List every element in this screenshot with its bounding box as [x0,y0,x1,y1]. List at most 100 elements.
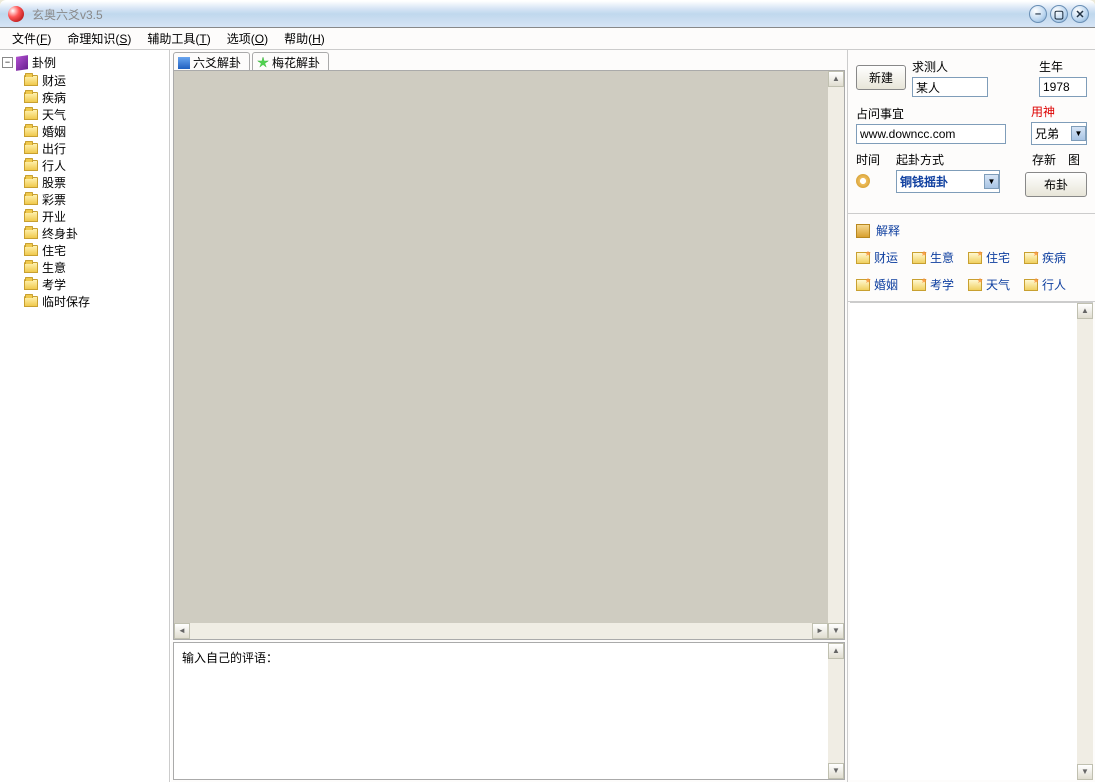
category-link[interactable]: 天气 [968,276,1010,293]
tree-root-label: 卦例 [32,54,56,71]
tree-item-label: 彩票 [42,191,66,208]
result-scrollbar[interactable]: ▲ ▼ [1077,303,1093,780]
category-link[interactable]: 行人 [1024,276,1066,293]
category-link[interactable]: 疾病 [1024,249,1066,266]
folder-icon [24,92,38,103]
menu-file[interactable]: 文件(F) [4,28,59,49]
link-label: 婚姻 [874,276,898,293]
tab-meihua[interactable]: 梅花解卦 [252,52,329,70]
link-label: 行人 [1042,276,1066,293]
comment-scrollbar[interactable]: ▲ ▼ [828,643,844,779]
maximize-button[interactable]: ▢ [1050,5,1068,23]
tree-item[interactable]: 住宅 [24,242,167,258]
tree-item[interactable]: 考学 [24,276,167,292]
book-icon [16,55,28,71]
tab-liuyao[interactable]: 六爻解卦 [173,52,250,70]
tree-item[interactable]: 股票 [24,174,167,190]
tree-item[interactable]: 天气 [24,106,167,122]
category-link[interactable]: 生意 [912,249,954,266]
scroll-down-icon[interactable]: ▼ [1077,764,1093,780]
tree-item[interactable]: 生意 [24,259,167,275]
tree-item[interactable]: 彩票 [24,191,167,207]
comment-pane[interactable]: 输入自己的评语： ▲ ▼ [173,642,845,780]
new-button[interactable]: 新建 [856,65,906,90]
scroll-up-icon[interactable]: ▲ [828,71,844,87]
tree-item[interactable]: 出行 [24,140,167,156]
person-input[interactable] [912,77,988,97]
tree-item[interactable]: 行人 [24,157,167,173]
folder-icon [24,262,38,273]
tree-item[interactable]: 临时保存 [24,293,167,309]
folder-icon [24,296,38,307]
folder-star-icon [912,279,926,291]
scroll-up-icon[interactable]: ▲ [828,643,844,659]
menu-help[interactable]: 帮助(H) [276,28,333,49]
tree-root[interactable]: − 卦例 [2,54,167,71]
explain-link[interactable]: 解释 [856,222,1087,239]
year-input[interactable] [1039,77,1087,97]
category-link[interactable]: 考学 [912,276,954,293]
link-panel: 解释 财运 生意住宅 疾病婚姻 考学天气 行人 [848,214,1095,302]
titlebar: 玄奥六爻v3.5 – ▢ ✕ [0,0,1095,28]
tree-item[interactable]: 终身卦 [24,225,167,241]
folder-icon [24,75,38,86]
scroll-left-icon[interactable]: ◄ [174,623,190,639]
link-label: 生意 [930,249,954,266]
time-label: 时间 [856,151,890,168]
link-label: 疾病 [1042,249,1066,266]
category-link[interactable]: 婚姻 [856,276,898,293]
tree-item-label: 财运 [42,72,66,89]
result-pane: ▲ ▼ [850,302,1093,780]
scroll-down-icon[interactable]: ▼ [828,623,844,639]
minimize-button[interactable]: – [1029,5,1047,23]
tree-item-label: 临时保存 [42,293,90,310]
menu-tools[interactable]: 辅助工具(T) [139,28,218,49]
tree-item-label: 行人 [42,157,66,174]
scrollbar-vertical[interactable]: ▲ ▼ [828,71,844,639]
link-label: 财运 [874,249,898,266]
close-button[interactable]: ✕ [1071,5,1089,23]
hexagram-icon [178,57,190,69]
yongshen-select[interactable]: 兄弟 ▼ [1031,122,1087,145]
folder-icon [24,194,38,205]
method-select[interactable]: 铜钱摇卦 ▼ [896,170,1000,193]
tree-item[interactable]: 疾病 [24,89,167,105]
window-title: 玄奥六爻v3.5 [32,6,1026,23]
tu-label[interactable]: 图 [1068,151,1080,168]
tree-item-label: 婚姻 [42,123,66,140]
bugua-button[interactable]: 布卦 [1025,172,1087,197]
cunxin-label[interactable]: 存新 [1032,151,1056,168]
tree-item[interactable]: 财运 [24,72,167,88]
tree-item-label: 天气 [42,106,66,123]
controls-panel: 新建 求测人 生年 占问事宜 用神 兄弟 [848,50,1095,214]
scroll-down-icon[interactable]: ▼ [828,763,844,779]
tab-row: 六爻解卦 梅花解卦 [171,50,847,70]
method-label: 起卦方式 [896,151,1019,168]
main-area: − 卦例 财运疾病天气婚姻出行行人股票彩票开业终身卦住宅生意考学临时保存 六爻解… [0,50,1095,782]
folder-icon [24,279,38,290]
clock-icon[interactable] [856,174,870,188]
folder-star-icon [856,279,870,291]
menu-options[interactable]: 选项(O) [219,28,276,49]
tree-item-label: 住宅 [42,242,66,259]
folder-star-icon [1024,252,1038,264]
tree-item-label: 考学 [42,276,66,293]
category-link[interactable]: 财运 [856,249,898,266]
tree-item-label: 开业 [42,208,66,225]
tree-collapse-icon[interactable]: − [2,57,13,68]
tree-item[interactable]: 开业 [24,208,167,224]
scrollbar-horizontal[interactable]: ◄ ► [174,623,828,639]
folder-star-icon [856,252,870,264]
link-label: 考学 [930,276,954,293]
tree-item[interactable]: 婚姻 [24,123,167,139]
category-link[interactable]: 住宅 [968,249,1010,266]
scroll-right-icon[interactable]: ► [812,623,828,639]
matter-input[interactable] [856,124,1006,144]
folder-icon [24,211,38,222]
scroll-up-icon[interactable]: ▲ [1077,303,1093,319]
comment-label: 输入自己的评语： [182,651,278,665]
folder-icon [24,143,38,154]
menu-mingli[interactable]: 命理知识(S) [59,28,139,49]
dropdown-icon: ▼ [984,174,999,189]
folder-icon [24,126,38,137]
